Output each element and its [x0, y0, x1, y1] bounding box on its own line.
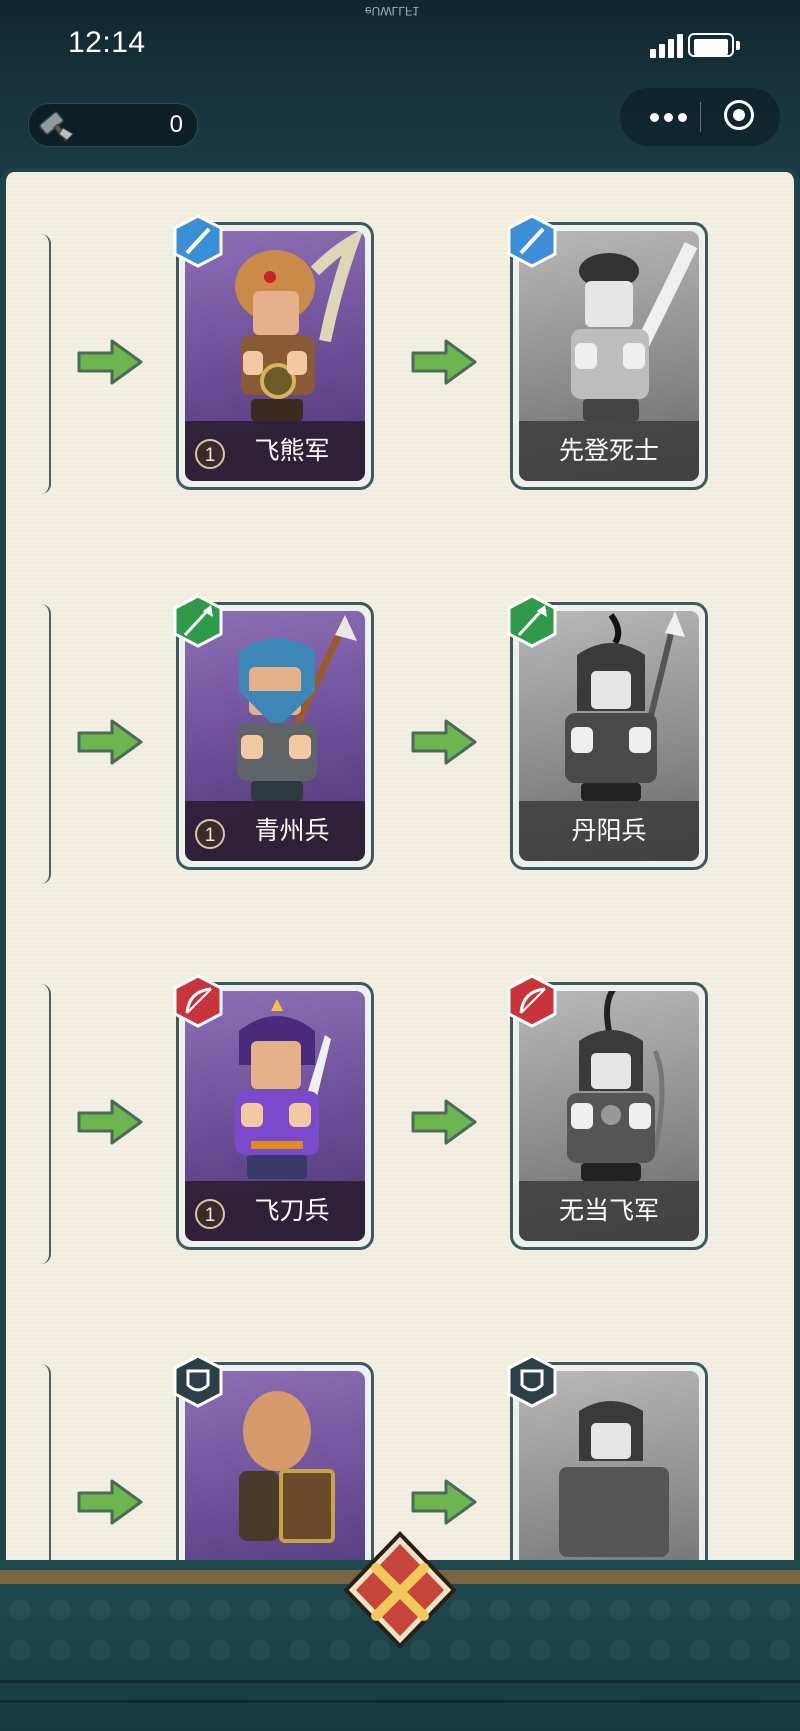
shield-badge-icon — [507, 1354, 557, 1408]
status-time: 12:14 — [68, 26, 146, 59]
resource-value: 0 — [169, 111, 183, 138]
battery-icon — [688, 33, 742, 59]
arrow-right-icon — [77, 339, 143, 385]
unit-card-from[interactable]: 1 飞熊军 — [173, 214, 374, 490]
arrow-right-icon — [411, 339, 477, 385]
row-bracket — [39, 604, 51, 884]
unit-card-from[interactable]: 1 飞刀兵 — [173, 974, 374, 1250]
unit-name: 飞熊军 — [254, 436, 330, 465]
more-dots-icon[interactable] — [650, 113, 690, 123]
shield-badge-icon — [173, 1354, 223, 1408]
unit-card-to[interactable]: 先登死士 — [507, 214, 708, 490]
row-bracket — [39, 984, 51, 1264]
unit-name: 飞刀兵 — [254, 1196, 330, 1225]
bow-badge-icon — [173, 974, 223, 1028]
resource-counter[interactable]: 0 — [28, 103, 198, 147]
arrow-right-icon — [411, 719, 477, 765]
arrow-right-icon — [77, 1479, 143, 1525]
unit-upgrade-panel[interactable]: 1 飞熊军 先登死士 1 青州兵 丹阳兵 1 飞刀兵 无当飞军 — [0, 168, 800, 1568]
hammer-icon — [39, 111, 74, 143]
row-bracket — [39, 1364, 51, 1568]
arrow-right-icon — [411, 1479, 477, 1525]
arrow-right-icon — [77, 1099, 143, 1145]
unit-card-to[interactable] — [507, 1354, 708, 1568]
capsule-divider — [700, 102, 701, 132]
row-bracket — [39, 234, 51, 494]
unit-card-to[interactable]: 丹阳兵 — [507, 594, 708, 870]
status-top-text: eUWLLF1 — [365, 4, 420, 18]
target-icon[interactable] — [724, 100, 754, 130]
unit-name: 先登死士 — [558, 436, 659, 465]
spear-badge-icon — [507, 594, 557, 648]
mini-program-capsule — [620, 88, 780, 146]
signal-icon — [650, 34, 684, 58]
sword-badge-icon — [507, 214, 557, 268]
bottom-divider — [0, 1700, 800, 1703]
unit-card-from[interactable]: 1 青州兵 — [173, 594, 374, 870]
crossed-swords-icon[interactable] — [340, 1530, 460, 1650]
bottom-divider — [0, 1680, 800, 1683]
arrow-right-icon — [411, 1099, 477, 1145]
unit-name: 无当飞军 — [558, 1196, 659, 1225]
unit-name: 丹阳兵 — [571, 816, 647, 845]
arrow-right-icon — [77, 719, 143, 765]
spear-badge-icon — [173, 594, 223, 648]
unit-name: 青州兵 — [254, 816, 330, 845]
bow-badge-icon — [507, 974, 557, 1028]
sword-badge-icon — [173, 214, 223, 268]
top-header: 12:14 eUWLLF1 0 — [0, 0, 800, 175]
unit-card-to[interactable]: 无当飞军 — [507, 974, 708, 1250]
